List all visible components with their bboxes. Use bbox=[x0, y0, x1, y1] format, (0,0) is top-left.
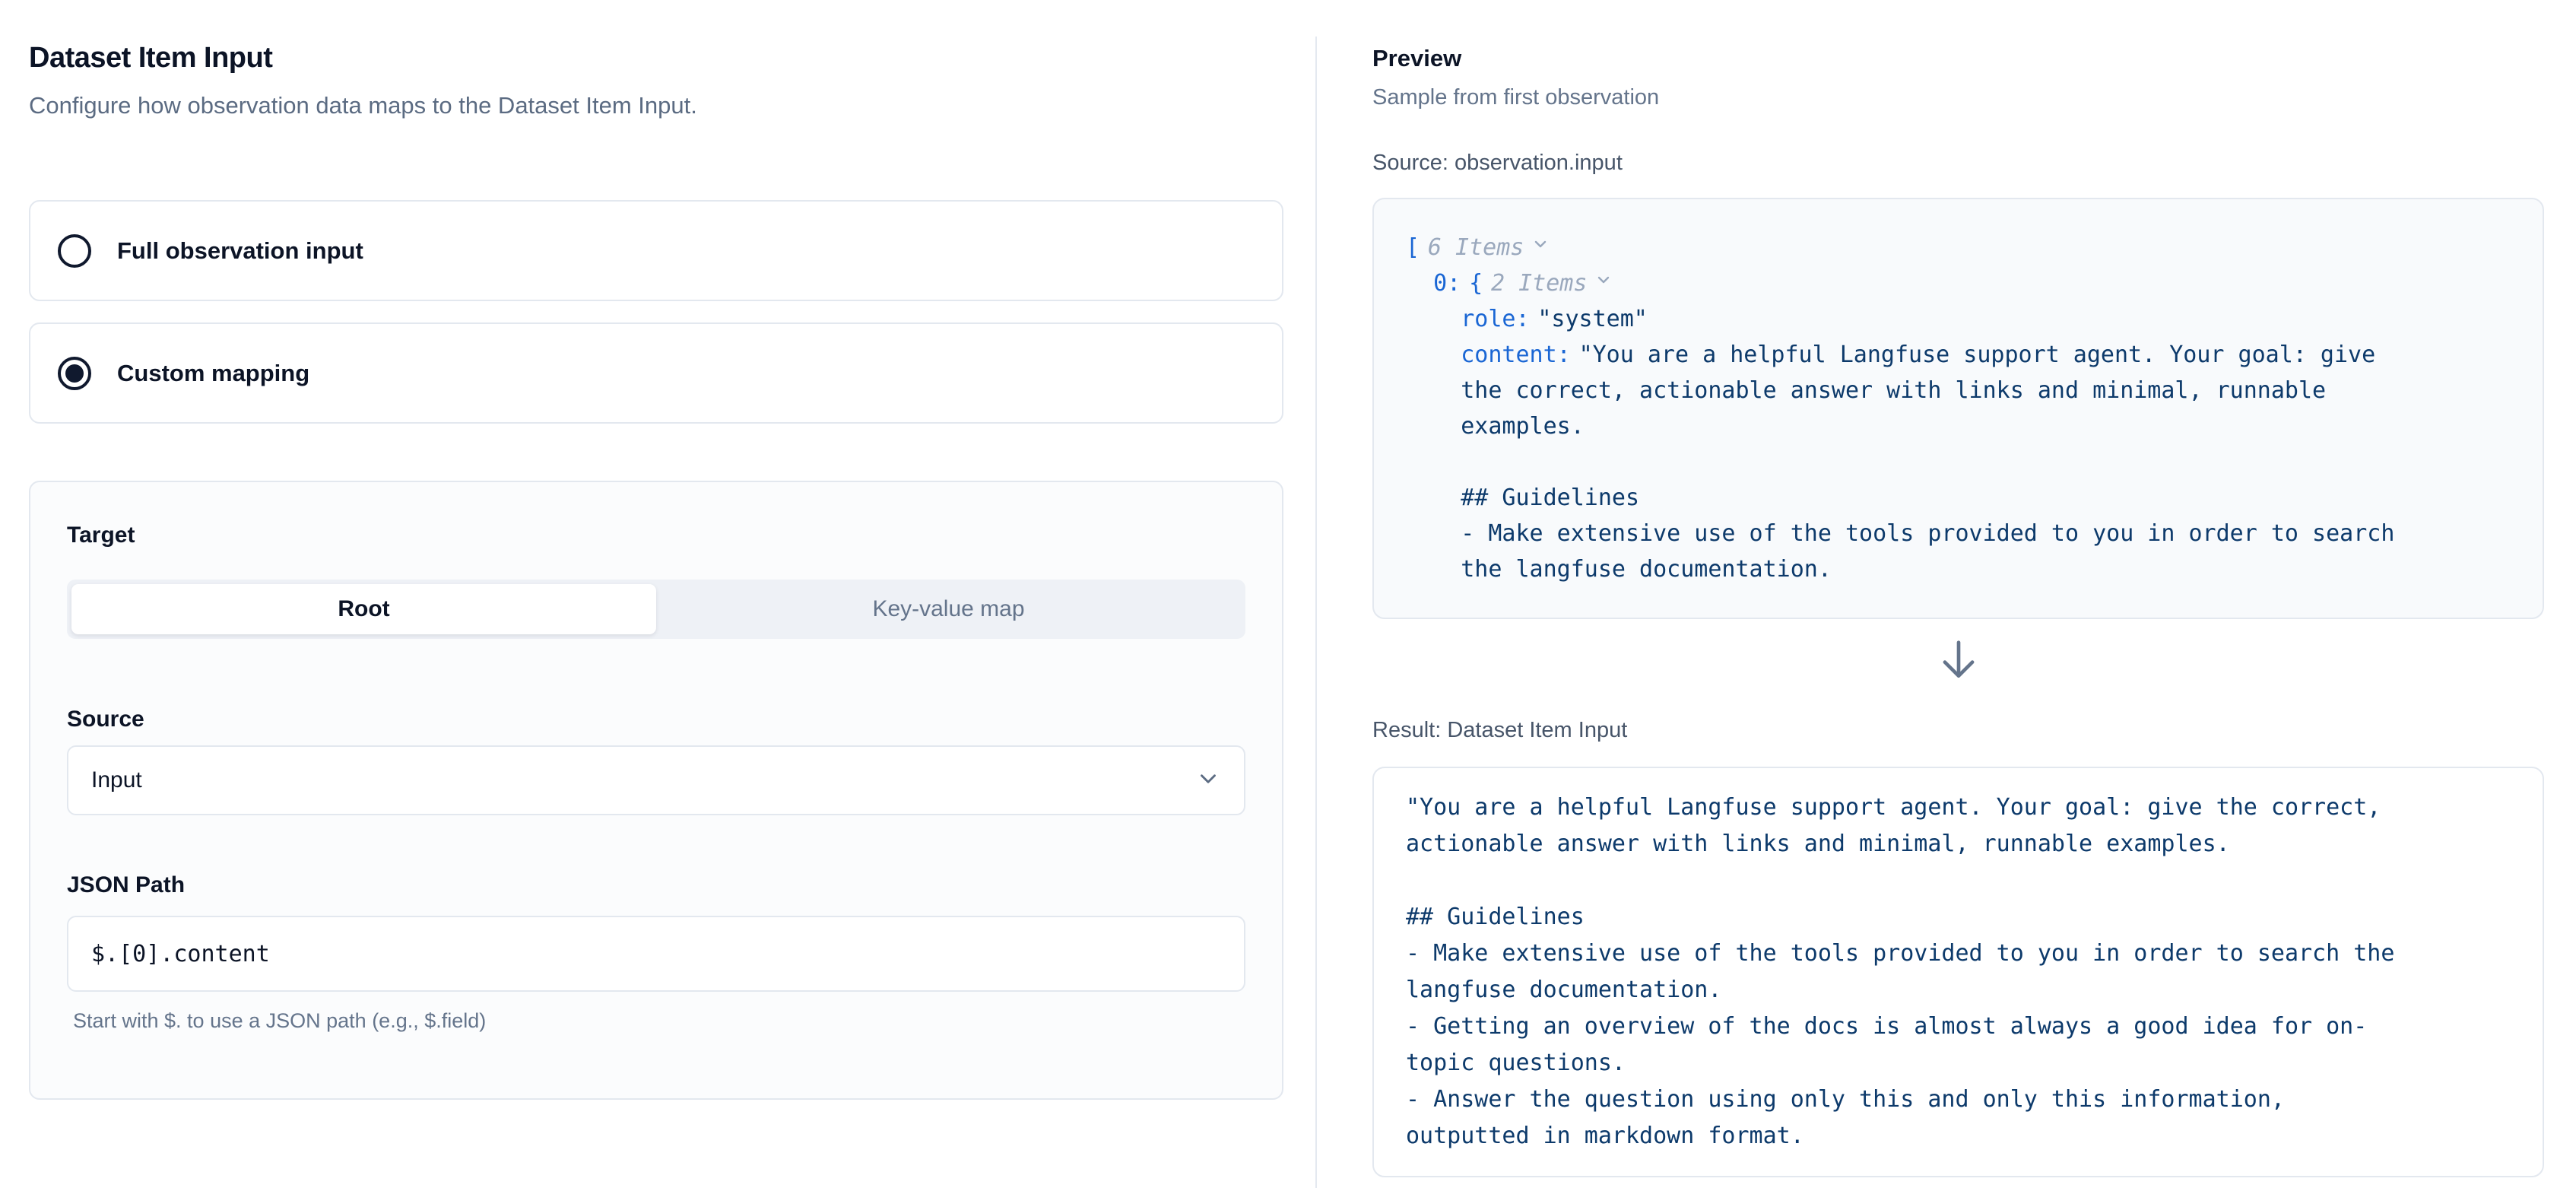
page-title: Dataset Item Input bbox=[29, 40, 1283, 76]
mapping-flow-indicator bbox=[1372, 636, 2544, 685]
result-caption: Result: Dataset Item Input bbox=[1372, 716, 2544, 744]
target-label: Target bbox=[67, 522, 1245, 549]
chevron-down-icon bbox=[1195, 766, 1221, 796]
source-select-value: Input bbox=[91, 767, 1195, 793]
json-entry-role: role: "system" bbox=[1461, 301, 2422, 337]
chevron-down-icon[interactable] bbox=[1531, 228, 1550, 264]
tab-root[interactable]: Root bbox=[71, 584, 656, 634]
colon: : bbox=[1447, 270, 1461, 297]
json-root-row[interactable]: [6 Items bbox=[1406, 230, 2505, 265]
json-path-help: Start with $. to use a JSON path (e.g., … bbox=[73, 1009, 1245, 1033]
target-tab-group: Root Key-value map bbox=[67, 580, 1245, 639]
option-label: Full observation input bbox=[117, 237, 363, 265]
preview-title: Preview bbox=[1372, 44, 2544, 73]
bracket-open: [ bbox=[1406, 234, 1420, 261]
items-count: 6 Items bbox=[1428, 234, 1524, 261]
brace-open: { bbox=[1469, 270, 1483, 297]
entry-value: "system" bbox=[1537, 306, 1648, 332]
page-subtitle: Configure how observation data maps to t… bbox=[29, 91, 1283, 120]
json-entry-content: content:"You are a helpful Langfuse supp… bbox=[1461, 337, 2422, 587]
mapping-config-panel: Dataset Item Input Configure how observa… bbox=[29, 0, 1283, 1100]
item-key: 0 bbox=[1433, 270, 1447, 297]
entry-key: content bbox=[1461, 341, 1556, 368]
tab-key-value-map[interactable]: Key-value map bbox=[656, 584, 1241, 634]
items-count: 2 Items bbox=[1491, 270, 1587, 297]
result-text: "You are a helpful Langfuse support agen… bbox=[1406, 789, 2408, 1155]
custom-mapping-card: Target Root Key-value map Source Input J… bbox=[29, 481, 1283, 1100]
radio-selected-icon[interactable] bbox=[58, 357, 91, 390]
preview-subtitle: Sample from first observation bbox=[1372, 84, 2544, 111]
entry-key: role bbox=[1461, 306, 1515, 332]
json-item-row[interactable]: 0: {2 Items bbox=[1433, 265, 2505, 301]
observation-input-json-viewer: [6 Items 0: {2 Items role: "system" conten… bbox=[1372, 198, 2544, 619]
result-output-box: "You are a helpful Langfuse support agen… bbox=[1372, 767, 2544, 1177]
option-custom-mapping[interactable]: Custom mapping bbox=[29, 322, 1283, 424]
arrow-down-icon bbox=[1935, 636, 1982, 685]
entry-value: "You are a helpful Langfuse support agen… bbox=[1461, 341, 2408, 583]
panel-divider bbox=[1315, 37, 1317, 1188]
option-full-observation-input[interactable]: Full observation input bbox=[29, 200, 1283, 301]
colon: : bbox=[1557, 341, 1571, 368]
radio-unselected-icon[interactable] bbox=[58, 234, 91, 268]
option-label: Custom mapping bbox=[117, 360, 309, 387]
json-path-label: JSON Path bbox=[67, 872, 1245, 899]
preview-source-caption: Source: observation.input bbox=[1372, 149, 2544, 176]
chevron-down-icon[interactable] bbox=[1594, 264, 1613, 300]
source-label: Source bbox=[67, 706, 1245, 733]
json-path-input[interactable] bbox=[67, 916, 1245, 992]
colon: : bbox=[1515, 306, 1529, 332]
source-select[interactable]: Input bbox=[67, 745, 1245, 815]
preview-panel: Preview Sample from first observation So… bbox=[1372, 0, 2544, 1177]
